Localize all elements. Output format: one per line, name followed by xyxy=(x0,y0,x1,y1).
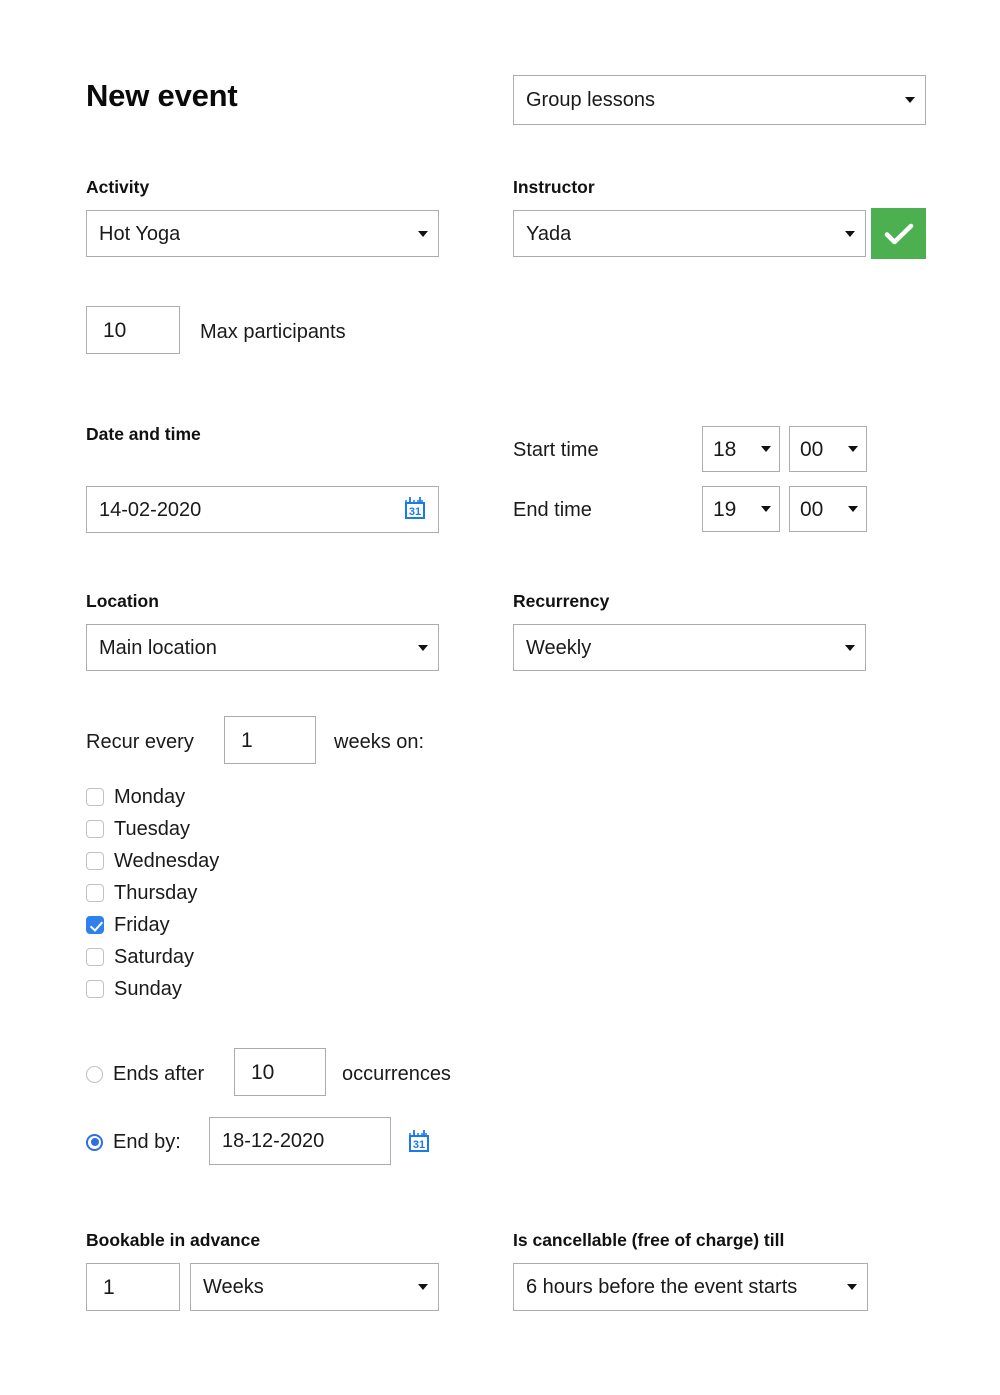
radio-icon[interactable] xyxy=(86,1065,103,1083)
weekday-checkbox-friday[interactable]: Friday xyxy=(86,914,170,936)
start-time-hours-value: 18 xyxy=(713,438,737,460)
start-date-value: 14-02-2020 xyxy=(99,499,202,520)
radio-icon[interactable] xyxy=(86,1133,103,1151)
chevron-down-icon xyxy=(848,446,858,452)
recur-interval-value: 1 xyxy=(241,729,253,751)
svg-text:31: 31 xyxy=(409,506,421,518)
end-time-label: End time xyxy=(513,499,592,521)
weekday-checkbox-sunday[interactable]: Sunday xyxy=(86,978,182,1000)
weekday-checkbox-tuesday[interactable]: Tuesday xyxy=(86,818,190,840)
checkbox-icon[interactable] xyxy=(86,788,104,806)
end-by-date-value: 18-12-2020 xyxy=(222,1131,325,1151)
chevron-down-icon xyxy=(905,97,915,103)
instructor-select[interactable]: Yada xyxy=(513,210,866,257)
start-time-label: Start time xyxy=(513,439,599,461)
recurrency-value: Weekly xyxy=(526,637,592,658)
confirm-instructor-button[interactable] xyxy=(871,208,926,259)
checkbox-icon[interactable] xyxy=(86,820,104,838)
max-participants-label: Max participants xyxy=(200,321,346,343)
checkbox-icon[interactable] xyxy=(86,980,104,998)
chevron-down-icon xyxy=(845,644,855,651)
start-date-input[interactable]: 14-02-2020 31 xyxy=(86,486,439,533)
end-by-date-input[interactable]: 18-12-2020 xyxy=(209,1117,391,1165)
date-and-time-label: Date and time xyxy=(86,424,201,444)
chevron-down-icon xyxy=(761,506,771,512)
weekday-checkbox-saturday[interactable]: Saturday xyxy=(86,946,194,968)
weekday-label: Monday xyxy=(114,786,186,808)
activity-select[interactable]: Hot Yoga xyxy=(86,210,439,257)
location-select[interactable]: Main location xyxy=(86,624,439,671)
chevron-down-icon xyxy=(418,230,428,237)
bookable-in-advance-unit-value: Weeks xyxy=(203,1277,264,1297)
end-time-minutes-select[interactable]: 00 xyxy=(789,486,867,532)
cancellable-value: 6 hours before the event starts xyxy=(526,1277,798,1297)
bookable-in-advance-unit-select[interactable]: Weeks xyxy=(190,1263,439,1311)
max-participants-value: 10 xyxy=(103,319,127,341)
weekday-checkbox-monday[interactable]: Monday xyxy=(86,786,185,808)
weekday-label: Tuesday xyxy=(114,818,190,840)
checkbox-icon[interactable] xyxy=(86,948,104,966)
checkbox-icon[interactable] xyxy=(86,852,104,870)
cancellable-label: Is cancellable (free of charge) till xyxy=(513,1230,785,1250)
ends-after-suffix-label: occurrences xyxy=(342,1063,451,1085)
weekday-label: Sunday xyxy=(114,978,182,1000)
end-time-hours-value: 19 xyxy=(713,498,737,520)
end-time-hours-select[interactable]: 19 xyxy=(702,486,780,532)
bookable-in-advance-label: Bookable in advance xyxy=(86,1230,261,1250)
chevron-down-icon xyxy=(847,1284,857,1290)
chevron-down-icon xyxy=(761,446,771,452)
recur-interval-input[interactable]: 1 xyxy=(224,716,316,764)
ends-after-occurrences-input[interactable]: 10 xyxy=(234,1048,326,1096)
cancellable-select[interactable]: 6 hours before the event starts xyxy=(513,1263,868,1311)
location-value: Main location xyxy=(99,637,217,658)
end-time-minutes-value: 00 xyxy=(800,498,824,520)
ends-after-occurrences-value: 10 xyxy=(251,1061,275,1083)
weekday-label: Thursday xyxy=(114,882,198,904)
event-type-value: Group lessons xyxy=(526,90,655,110)
weekday-checkbox-wednesday[interactable]: Wednesday xyxy=(86,850,219,872)
start-time-hours-select[interactable]: 18 xyxy=(702,426,780,472)
activity-label: Activity xyxy=(86,177,150,197)
weekday-label: Friday xyxy=(114,914,170,936)
recur-every-suffix-label: weeks on: xyxy=(334,731,425,753)
instructor-value: Yada xyxy=(526,223,572,244)
bookable-in-advance-amount-value: 1 xyxy=(103,1276,115,1298)
chevron-down-icon xyxy=(418,644,428,651)
start-time-minutes-value: 00 xyxy=(800,438,824,460)
ends-after-radio-row[interactable]: Ends after xyxy=(86,1063,204,1085)
recurrency-select[interactable]: Weekly xyxy=(513,624,866,671)
chevron-down-icon xyxy=(418,1284,428,1290)
checkbox-icon[interactable] xyxy=(86,884,104,902)
weekday-label: Saturday xyxy=(114,946,195,968)
weekday-label: Wednesday xyxy=(114,850,220,872)
max-participants-input[interactable]: 10 xyxy=(86,306,180,354)
end-by-label: End by: xyxy=(113,1131,181,1153)
svg-text:31: 31 xyxy=(413,1139,425,1151)
new-event-form: New event Group lessons Activity Hot Yog… xyxy=(0,0,1000,1395)
ends-after-label: Ends after xyxy=(113,1063,205,1085)
chevron-down-icon xyxy=(848,506,858,512)
weekday-checkbox-thursday[interactable]: Thursday xyxy=(86,882,197,904)
start-time-minutes-select[interactable]: 00 xyxy=(789,426,867,472)
location-label: Location xyxy=(86,591,159,611)
activity-value: Hot Yoga xyxy=(99,223,181,244)
checkbox-icon[interactable] xyxy=(86,916,104,934)
end-by-calendar-icon[interactable]: 31 xyxy=(406,1128,432,1159)
recurrency-label: Recurrency xyxy=(513,591,610,611)
end-by-radio-row[interactable]: End by: xyxy=(86,1131,181,1153)
check-icon xyxy=(884,222,914,246)
recur-every-prefix-label: Recur every xyxy=(86,731,194,753)
chevron-down-icon xyxy=(845,230,855,237)
bookable-in-advance-amount-input[interactable]: 1 xyxy=(86,1263,180,1311)
event-type-select[interactable]: Group lessons xyxy=(513,75,926,125)
calendar-icon[interactable]: 31 xyxy=(402,495,428,525)
page-title: New event xyxy=(86,78,238,113)
instructor-label: Instructor xyxy=(513,177,595,197)
